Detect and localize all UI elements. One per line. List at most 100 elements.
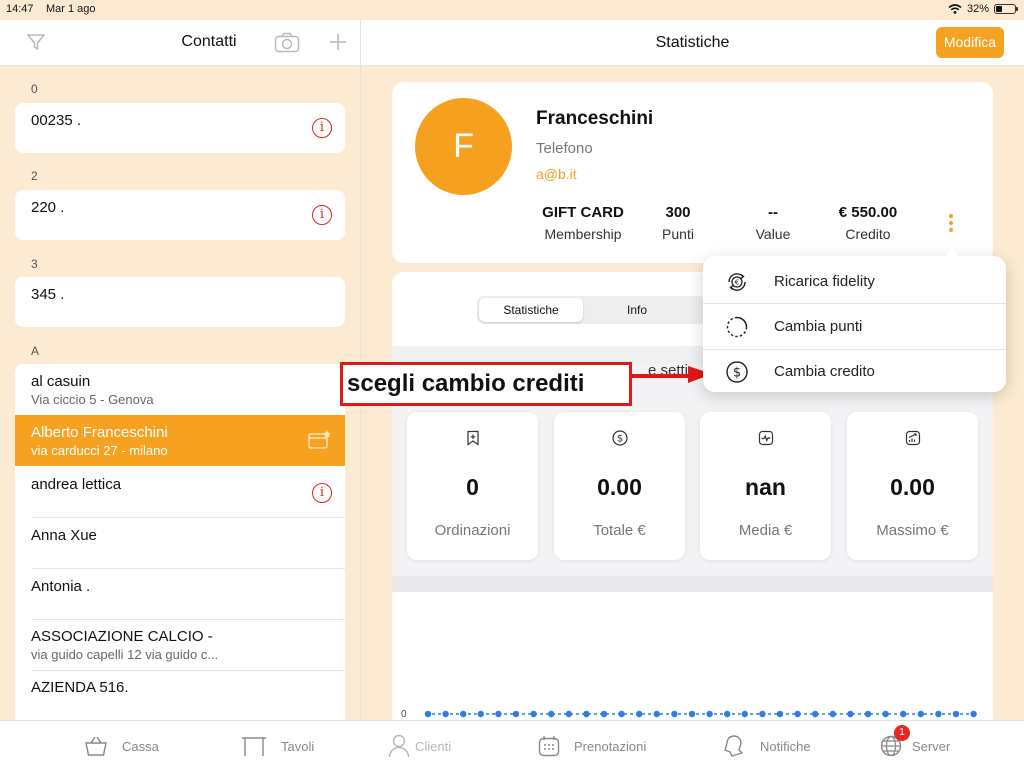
contact-name: 00235 . xyxy=(31,112,82,129)
chart-point xyxy=(636,710,643,718)
credit-value: € 550.00 xyxy=(838,204,898,221)
value-stat: -- Value xyxy=(718,204,828,242)
contact-name: al casuin xyxy=(31,373,91,390)
svg-text:$: $ xyxy=(617,434,623,445)
tab-server[interactable]: 1 Server xyxy=(880,725,950,761)
chart-point xyxy=(882,710,889,718)
chart-point xyxy=(565,710,572,718)
tab-notifiche[interactable]: Notifiche xyxy=(722,731,811,761)
section-header-2: 2 xyxy=(31,169,38,183)
chart-point xyxy=(477,710,484,718)
chart-point xyxy=(741,710,748,718)
calendar-icon xyxy=(538,736,560,757)
profile-card: F Franceschini Telefono a@b.it GIFT CARD… xyxy=(392,82,993,263)
total-value: 0.00 xyxy=(597,474,642,500)
add-contact-icon[interactable] xyxy=(329,33,347,51)
section-header-a: A xyxy=(31,344,40,358)
info-icon[interactable]: i xyxy=(312,483,332,503)
contact-list[interactable]: 0 00235 . i 2 220 . i 3 345 . A al casui… xyxy=(0,67,360,720)
contact-address: Via ciccio 5 - Genova xyxy=(31,392,154,407)
contact-row[interactable]: AZIENDA 516. xyxy=(15,670,345,720)
dollar-circle-icon: $ xyxy=(612,430,628,446)
camera-icon[interactable] xyxy=(274,32,300,54)
battery-percent: 32% xyxy=(966,3,989,15)
segmented-control: Statistiche Info xyxy=(477,296,707,324)
contact-name: 220 . xyxy=(31,199,65,216)
bookmark-plus-icon xyxy=(467,430,479,446)
tab-info[interactable]: Info xyxy=(585,298,689,322)
contact-row[interactable]: Anna Xue xyxy=(15,517,345,568)
status-bar: 14:47 Mar 1 ago 32% xyxy=(0,0,1024,20)
menu-item-label: Cambia credito xyxy=(774,363,875,380)
info-icon[interactable]: i xyxy=(312,205,332,225)
contact-name: andrea lettica xyxy=(31,476,122,493)
summary-card-orders: 0 Ordinazioni xyxy=(407,412,538,560)
chart-point xyxy=(424,710,432,718)
section-header-3: 3 xyxy=(31,257,38,271)
dollar-circle-icon: $ xyxy=(726,361,748,383)
detail-header: Statistiche Modifica xyxy=(361,20,1024,66)
tab-clienti[interactable]: Clienti xyxy=(388,731,451,761)
tab-label: Notifiche xyxy=(760,738,811,754)
options-menu: € Ricarica fidelity Cambia punti $ Cambi… xyxy=(703,249,1006,394)
contact-row[interactable]: Antonia . xyxy=(15,568,345,619)
chart-point xyxy=(970,710,977,718)
membership-stat: GIFT CARD Membership xyxy=(528,204,638,242)
menu-item-cambia-punti[interactable]: Cambia punti xyxy=(703,304,1006,349)
contact-row[interactable]: ASSOCIAZIONE CALCIO - via guido capelli … xyxy=(15,619,345,670)
summary-card-max: 0.00 Massimo € xyxy=(847,412,978,560)
menu-item-ricarica-fidelity[interactable]: € Ricarica fidelity xyxy=(703,259,1006,304)
average-value: nan xyxy=(745,474,786,500)
edit-button[interactable]: Modifica xyxy=(935,27,1004,58)
detail-title: Statistiche xyxy=(655,34,730,51)
annotation-box: scegli cambio crediti xyxy=(340,362,632,406)
card-star-icon[interactable] xyxy=(308,429,332,451)
contacts-title: Contatti xyxy=(181,33,237,50)
menu-item-cambia-credito[interactable]: $ Cambia credito xyxy=(703,349,1006,394)
tab-statistiche[interactable]: Statistiche xyxy=(479,298,583,322)
more-options-icon[interactable] xyxy=(949,214,953,235)
tab-prenotazioni[interactable]: Prenotazioni xyxy=(538,731,646,761)
bell-icon xyxy=(724,735,743,757)
section-header-0: 0 xyxy=(31,82,38,96)
chart-point xyxy=(512,710,520,718)
credit-stat: € 550.00 Credito xyxy=(813,204,923,242)
customer-email[interactable]: a@b.it xyxy=(536,166,577,182)
contact-address: via guido capelli 12 via guido c... xyxy=(31,647,219,662)
chart-point xyxy=(829,710,836,718)
tab-cassa[interactable]: Cassa xyxy=(84,731,159,761)
info-icon[interactable]: i xyxy=(312,118,332,138)
contact-card[interactable]: 220 . i xyxy=(15,190,345,240)
dotted-circle-icon xyxy=(726,316,748,338)
avatar: F xyxy=(415,98,512,195)
customer-name: Franceschini xyxy=(536,108,654,129)
contact-group-a: al casuin Via ciccio 5 - Genova Alberto … xyxy=(15,364,345,720)
pulse-chart-icon xyxy=(758,430,774,446)
contact-name: ASSOCIAZIONE CALCIO - xyxy=(31,628,213,645)
chart-point xyxy=(688,710,696,718)
contact-card[interactable]: 345 . xyxy=(15,277,345,327)
contact-row-selected[interactable]: Alberto Franceschini via carducci 27 - m… xyxy=(15,415,345,466)
status-date: Mar 1 ago xyxy=(46,3,96,15)
table-icon xyxy=(242,737,266,756)
bottom-tab-bar: Cassa Tavoli Clienti Prenotazioni Notifi… xyxy=(0,720,1024,768)
max-label: Massimo € xyxy=(876,522,949,539)
tab-label: Clienti xyxy=(415,738,452,754)
max-value: 0.00 xyxy=(890,474,935,500)
wifi-icon xyxy=(948,4,962,14)
chart-point xyxy=(442,710,449,718)
value-label: Value xyxy=(755,226,791,242)
chart-axis-zero: 0 xyxy=(401,709,407,720)
contact-card[interactable]: 00235 . i xyxy=(15,103,345,153)
svg-text:€: € xyxy=(735,279,739,287)
chart-point xyxy=(548,710,555,718)
status-time: 14:47 xyxy=(6,3,34,15)
contact-row[interactable]: andrea lettica i xyxy=(15,466,345,517)
orders-label: Ordinazioni xyxy=(434,522,511,539)
contact-name: Anna Xue xyxy=(31,527,97,544)
tab-tavoli[interactable]: Tavoli xyxy=(241,731,314,761)
chart-point xyxy=(530,710,537,718)
membership-value: GIFT CARD xyxy=(542,204,624,221)
contact-row[interactable]: al casuin Via ciccio 5 - Genova xyxy=(15,364,345,415)
menu-item-label: Ricarica fidelity xyxy=(774,273,875,290)
